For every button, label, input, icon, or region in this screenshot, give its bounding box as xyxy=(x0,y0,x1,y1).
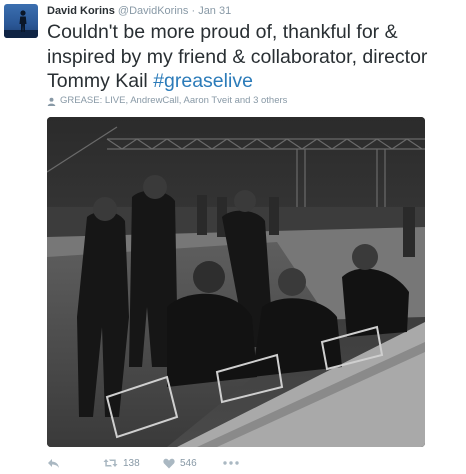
tweet-text: Couldn't be more proud of, thankful for … xyxy=(47,20,457,94)
retweet-count: 138 xyxy=(123,457,140,469)
hashtag-link[interactable]: #greaselive xyxy=(153,70,253,92)
heart-icon xyxy=(163,458,175,468)
timestamp[interactable]: Jan 31 xyxy=(198,5,231,17)
reply-button[interactable] xyxy=(47,458,103,469)
author-name[interactable]: David Korins xyxy=(47,5,115,17)
tweet-card[interactable]: David Korins @DavidKorins · Jan 31 Could… xyxy=(0,0,466,474)
retweet-icon xyxy=(103,459,118,467)
person-icon xyxy=(47,97,56,106)
like-button[interactable]: 546 xyxy=(163,458,223,469)
tagged-users[interactable]: GREASE: LIVE, AndrewCall, Aaron Tveit an… xyxy=(47,95,287,107)
tagged-users-text: GREASE: LIVE, AndrewCall, Aaron Tveit an… xyxy=(60,95,288,106)
tweet-header: David Korins @DavidKorins · Jan 31 xyxy=(47,4,231,18)
separator-dot: · xyxy=(191,5,196,17)
person-silhouette-icon xyxy=(4,10,38,38)
cast-photo xyxy=(47,117,425,447)
like-count: 546 xyxy=(180,457,197,469)
more-button[interactable] xyxy=(223,461,253,465)
avatar[interactable] xyxy=(4,4,38,38)
reply-icon xyxy=(48,458,59,468)
more-icon xyxy=(223,461,239,465)
retweet-button[interactable]: 138 xyxy=(103,458,163,469)
tweet-actions: 138 546 xyxy=(47,455,253,471)
author-handle[interactable]: @DavidKorins xyxy=(118,5,188,17)
tweet-photo[interactable] xyxy=(47,117,425,447)
